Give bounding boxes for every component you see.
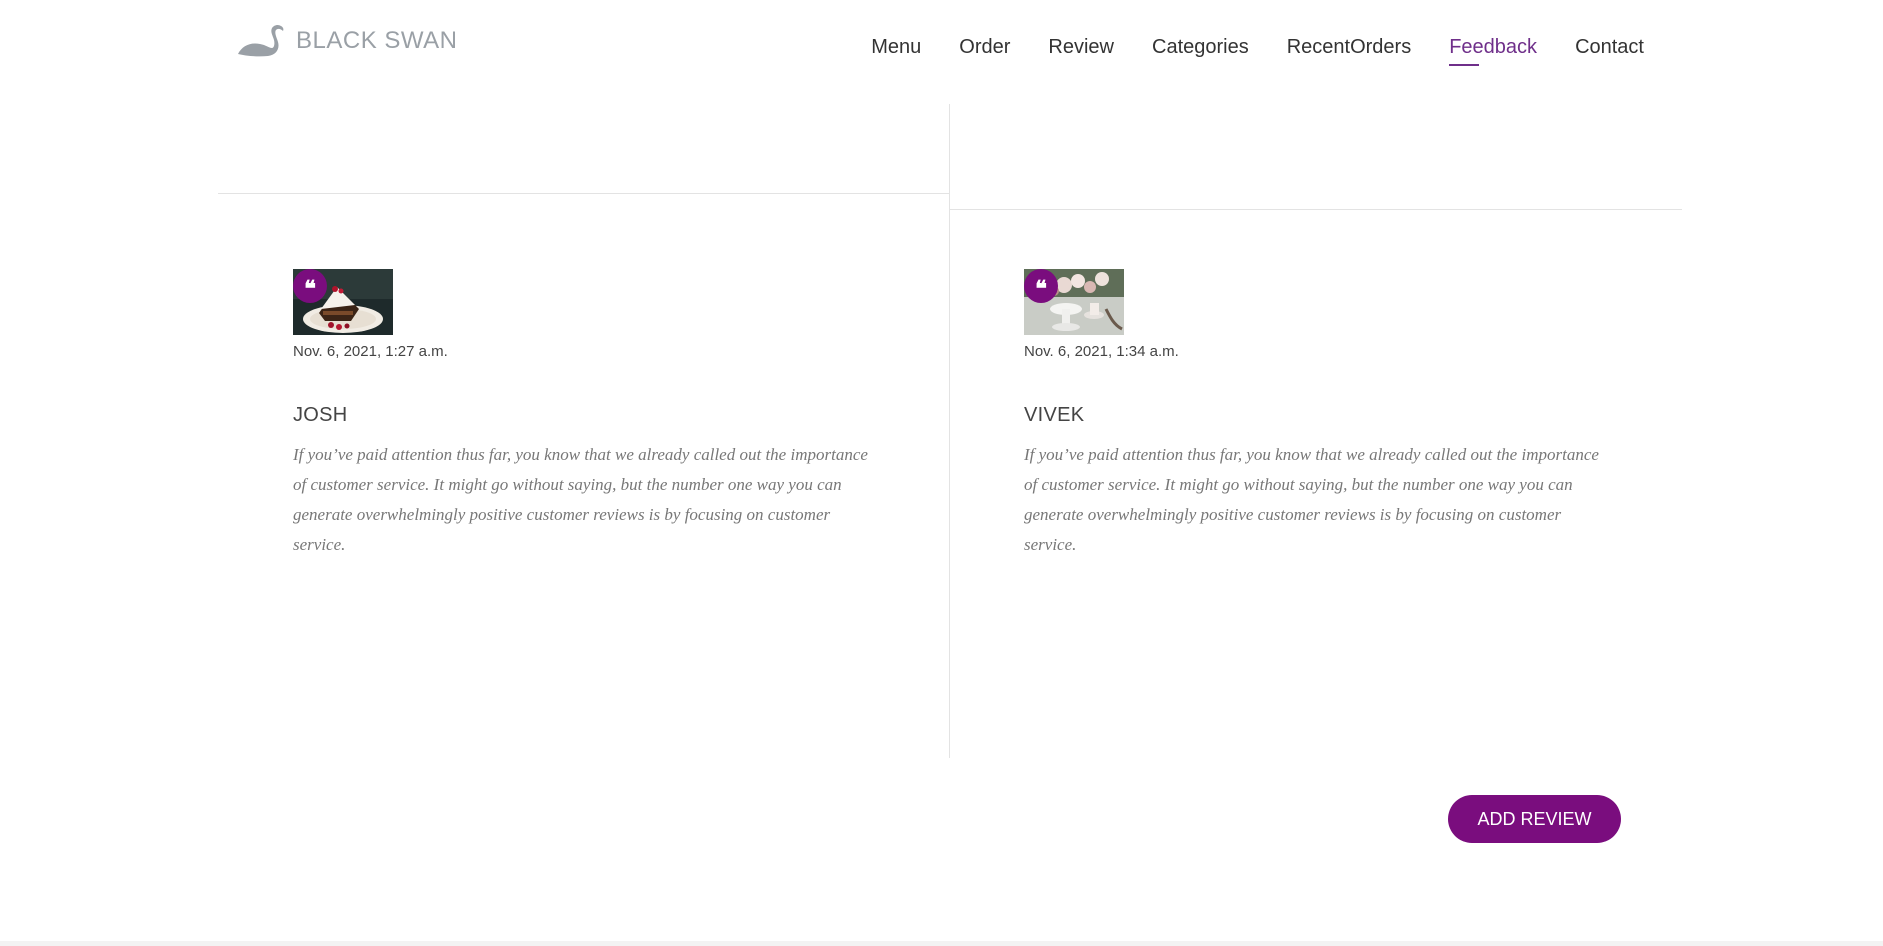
reviewer-name: VIVEK [1024,404,1085,426]
quote-icon: ❝ [1024,269,1058,303]
reviewer-name: JOSH [293,404,348,426]
site-header: BLACK SWAN Menu Order Review Categories … [0,0,1883,100]
nav-order[interactable]: Order [959,33,1010,61]
add-review-button[interactable]: ADD REVIEW [1448,795,1621,843]
review-text: If you’ve paid attention thus far, you k… [293,445,868,554]
row-divider-left [218,193,949,194]
review-card: ❝ Nov. 6, 2021, 1:27 a.m. JOSH If you’ve… [293,269,883,560]
nav-review[interactable]: Review [1048,33,1114,61]
main-nav: Menu Order Review Categories RecentOrder… [833,33,1644,66]
brand-name: BLACK SWAN [296,27,458,54]
column-divider [949,104,950,758]
nav-menu[interactable]: Menu [871,33,921,61]
nav-recent-orders[interactable]: RecentOrders [1287,33,1412,61]
brand-logo[interactable]: BLACK SWAN [236,24,457,58]
footer-strip [0,941,1883,946]
quote-icon: ❝ [293,269,327,303]
row-divider-right [950,209,1682,210]
review-card: ❝ Nov. 6, 2021, 1:34 a.m. VIVEK If you’v… [1024,269,1614,560]
review-date: Nov. 6, 2021, 1:27 a.m. [293,343,448,360]
nav-contact[interactable]: Contact [1575,33,1644,61]
review-date: Nov. 6, 2021, 1:34 a.m. [1024,343,1179,360]
review-image: ❝ [1024,269,1124,335]
swan-icon [238,24,284,57]
nav-feedback[interactable]: Feedback [1449,33,1537,66]
review-text: If you’ve paid attention thus far, you k… [1024,445,1599,554]
review-image: ❝ [293,269,393,335]
nav-categories[interactable]: Categories [1152,33,1249,61]
